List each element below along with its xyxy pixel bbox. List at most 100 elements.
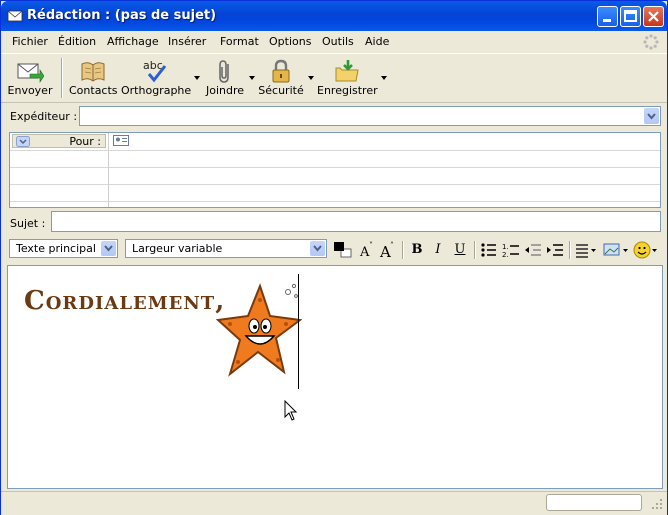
from-dropdown-button[interactable] [644, 108, 659, 124]
to-label: Pour : [69, 135, 101, 148]
from-select[interactable] [79, 106, 661, 126]
close-button[interactable] [643, 6, 664, 27]
security-dropdown-icon[interactable] [308, 76, 314, 80]
outdent-button[interactable] [523, 240, 543, 260]
spelling-button[interactable]: abc Orthographe [121, 56, 192, 100]
menu-bar: Fichier Édition Affichage Insérer Format… [1, 31, 667, 52]
spellcheck-icon: abc [143, 59, 167, 83]
menu-affichage[interactable]: Affichage [107, 35, 159, 48]
svg-text:abc: abc [143, 59, 163, 72]
indent-button[interactable] [545, 240, 565, 260]
save-button[interactable]: Enregistrer [317, 56, 378, 100]
mouse-pointer-icon [284, 400, 298, 421]
title-bar[interactable]: Rédaction : (pas de sujet) [1, 1, 667, 31]
resize-grip-icon[interactable] [651, 498, 663, 510]
main-toolbar: Envoyer Contacts abc Orthographe Joindre [1, 53, 667, 103]
paragraph-style-value: Texte principal [16, 242, 96, 255]
contacts-label: Contacts [69, 84, 118, 97]
attach-label: Joindre [205, 84, 245, 97]
activity-throbber-icon [643, 34, 659, 50]
bullet-list-icon [481, 243, 496, 257]
contacts-button[interactable]: Contacts [69, 56, 118, 100]
paperclip-icon [219, 60, 229, 83]
format-separator [402, 241, 404, 259]
larger-font-button[interactable]: A ˄ [378, 240, 398, 261]
send-label: Envoyer [7, 84, 53, 97]
bold-button[interactable]: B [407, 240, 427, 260]
paragraph-style-dropdown-button[interactable] [101, 241, 116, 256]
text-color-icon [334, 242, 352, 258]
minimize-button[interactable] [597, 6, 618, 27]
numbered-list-button[interactable]: 1. 2. [501, 240, 521, 260]
menu-outils[interactable]: Outils [322, 35, 354, 48]
maximize-button[interactable] [620, 6, 641, 27]
attach-dropdown-icon[interactable] [249, 76, 255, 80]
minimize-icon [603, 19, 611, 22]
save-folder-icon [335, 60, 359, 82]
send-button[interactable]: Envoyer [7, 56, 53, 100]
save-dropdown-icon[interactable] [381, 76, 387, 80]
compose-app-icon [7, 10, 23, 22]
format-separator [569, 241, 571, 259]
chevron-down-icon [104, 245, 113, 252]
svg-text:˅: ˅ [369, 241, 373, 250]
menu-format[interactable]: Format [220, 35, 259, 48]
font-dropdown-button[interactable] [310, 241, 325, 256]
menu-edition[interactable]: Édition [58, 35, 96, 48]
send-icon [17, 63, 44, 83]
window-title: Rédaction : (pas de sujet) [27, 8, 217, 23]
recipient-type-select[interactable]: Pour : [12, 134, 106, 148]
padlock-icon [272, 59, 290, 83]
message-body-editor[interactable]: Cordialement, [7, 265, 663, 489]
subject-label: Sujet : [10, 217, 46, 230]
text-caret [298, 274, 299, 389]
spelling-dropdown-icon[interactable] [194, 76, 200, 80]
italic-button[interactable]: I [428, 240, 448, 260]
signature-text: Cordialement, [24, 286, 226, 316]
align-icon [576, 244, 596, 258]
smiley-icon [633, 241, 657, 259]
bullet-list-button[interactable] [479, 240, 499, 260]
security-label: Sécurité [258, 84, 304, 97]
chevron-down-icon [313, 245, 322, 252]
compose-window: Rédaction : (pas de sujet) Fichier Éditi… [0, 0, 668, 515]
status-progress-panel [546, 494, 642, 511]
insert-image-icon [603, 243, 628, 256]
recipients-grid-divider [108, 133, 109, 207]
status-bar [1, 491, 667, 515]
outdent-icon [525, 244, 541, 256]
subject-input[interactable] [51, 211, 661, 232]
spelling-label: Orthographe [121, 84, 192, 97]
security-button[interactable]: Sécurité [257, 56, 305, 100]
contact-card-icon [113, 135, 129, 146]
underline-button[interactable]: U [450, 240, 470, 260]
from-label: Expéditeur : [10, 110, 78, 123]
indent-icon [547, 244, 563, 256]
format-separator [474, 241, 476, 259]
address-book-icon [81, 62, 105, 82]
numbered-list-icon: 1.2. [502, 243, 519, 259]
chevron-down-icon [647, 113, 656, 120]
paragraph-style-select[interactable]: Texte principal [9, 239, 118, 258]
font-value: Largeur variable [132, 242, 223, 255]
align-button[interactable] [574, 240, 596, 260]
menu-options[interactable]: Options [269, 35, 311, 48]
font-size-smaller-icon: A ˅ [359, 241, 373, 260]
starfish-icon [216, 283, 302, 377]
text-color-button[interactable] [332, 240, 352, 260]
font-select[interactable]: Largeur variable [125, 239, 327, 258]
svg-text:˄: ˄ [390, 241, 394, 250]
format-toolbar: Texte principal Largeur variable A ˅ A ˄ B… [1, 237, 667, 263]
maximize-icon [624, 10, 637, 22]
attach-button[interactable]: Joindre [203, 56, 247, 100]
menu-fichier[interactable]: Fichier [12, 35, 48, 48]
save-label: Enregistrer [317, 84, 378, 97]
insert-button[interactable] [603, 240, 628, 260]
close-icon [648, 11, 659, 22]
menu-aide[interactable]: Aide [365, 35, 389, 48]
smiley-button[interactable] [633, 240, 657, 260]
svg-text:1.: 1. [502, 243, 509, 251]
menu-inserer[interactable]: Insérer [168, 35, 206, 48]
smaller-font-button[interactable]: A ˅ [357, 240, 377, 260]
svg-text:2.: 2. [502, 251, 509, 259]
